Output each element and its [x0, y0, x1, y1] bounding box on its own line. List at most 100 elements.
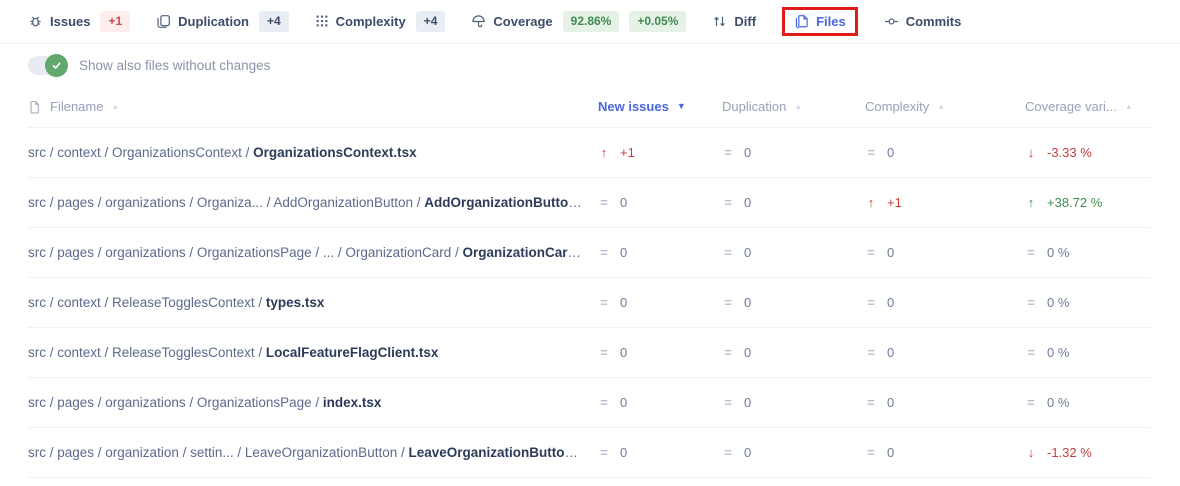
tab-coverage[interactable]: Coverage 92.86% +0.05%: [471, 11, 686, 31]
metric-value: 0: [887, 245, 894, 260]
coverage-cell: ↓ -3.33 %: [1025, 145, 1150, 160]
duplication-header-label: Duplication: [722, 99, 786, 114]
toggle-knob: [45, 54, 68, 77]
metric-value: -3.33 %: [1047, 145, 1092, 160]
metric-value: 0: [620, 295, 627, 310]
file-link[interactable]: src / context / ReleaseTogglesContext / …: [28, 295, 598, 310]
complexity-cell: =0: [865, 345, 1025, 360]
file-path-dir: src / pages / organizations / Organiza..…: [28, 195, 424, 210]
file-path-name: types.tsx: [266, 295, 325, 310]
new-issues-cell: =0: [598, 195, 722, 210]
tab-commits-label: Commits: [906, 14, 962, 29]
tab-files[interactable]: Files: [782, 7, 858, 36]
coverage-cell: =0 %: [1025, 295, 1150, 310]
filename-header-label: Filename: [50, 99, 103, 114]
column-header-complexity[interactable]: Complexity ▲: [865, 99, 1025, 114]
copy-icon: [156, 14, 171, 29]
tab-commits[interactable]: Commits: [884, 14, 962, 29]
tab-duplication[interactable]: Duplication +4: [156, 11, 288, 31]
complexity-cell: =0: [865, 445, 1025, 460]
file-link[interactable]: src / pages / organizations / Organiza..…: [28, 195, 598, 210]
metric-value: 0: [887, 145, 894, 160]
new-issues-cell: =0: [598, 395, 722, 410]
tab-diff[interactable]: Diff: [712, 14, 756, 29]
tab-diff-label: Diff: [734, 14, 756, 29]
trend-icon: ↑: [598, 145, 610, 160]
duplication-cell: =0: [722, 145, 865, 160]
metric-value: 0: [620, 395, 627, 410]
file-link[interactable]: src / context / ReleaseTogglesContext / …: [28, 345, 598, 360]
complexity-cell: ↑ +1: [865, 195, 1025, 210]
metric-value: 0: [744, 195, 751, 210]
issues-delta-badge: +1: [100, 11, 130, 31]
toggle-label: Show also files without changes: [79, 58, 270, 73]
file-path-name: LocalFeatureFlagClient.tsx: [266, 345, 439, 360]
tab-files-label: Files: [816, 14, 846, 29]
file-path-dir: src / context / OrganizationsContext /: [28, 145, 253, 160]
trend-icon: =: [722, 295, 734, 310]
metric-value: 0: [620, 445, 627, 460]
table-row: src / pages / organizations / Organiza..…: [28, 178, 1150, 228]
metric-value: 0: [744, 445, 751, 460]
table-header-row: Filename ▲ New issues ▼ Duplication ▲ Co…: [28, 86, 1150, 128]
file-link[interactable]: src / context / OrganizationsContext / O…: [28, 145, 598, 160]
coverage-cell: ↑+38.72 %: [1025, 195, 1150, 210]
trend-icon: =: [865, 245, 877, 260]
trend-icon: ↑: [865, 195, 877, 210]
file-path-name: index.tsx: [323, 395, 382, 410]
column-header-duplication[interactable]: Duplication ▲: [722, 99, 865, 114]
file-path-dir: src / context / ReleaseTogglesContext /: [28, 295, 266, 310]
files-table: Filename ▲ New issues ▼ Duplication ▲ Co…: [0, 86, 1180, 478]
sort-caret-new-issues: ▼: [677, 102, 686, 111]
complexity-delta-badge: +4: [416, 11, 446, 31]
sort-caret-coverage: ▲: [1125, 103, 1133, 111]
coverage-total-badge: 92.86%: [563, 11, 620, 31]
complexity-cell: =0: [865, 145, 1025, 160]
trend-icon: =: [598, 195, 610, 210]
duplication-cell: =0: [722, 195, 865, 210]
trend-icon: =: [1025, 245, 1037, 260]
duplication-delta-badge: +4: [259, 11, 289, 31]
metric-value: +1: [887, 195, 902, 210]
metric-value: +38.72 %: [1047, 195, 1102, 210]
tab-complexity-label: Complexity: [336, 14, 406, 29]
file-link[interactable]: src / pages / organization / settin... /…: [28, 445, 598, 460]
complexity-cell: =0: [865, 295, 1025, 310]
coverage-cell: =0 %: [1025, 345, 1150, 360]
column-header-new-issues[interactable]: New issues ▼: [598, 99, 722, 114]
new-issues-cell: =0: [598, 295, 722, 310]
trend-icon: =: [598, 245, 610, 260]
trend-icon: ↓: [1025, 145, 1037, 160]
file-icon: [28, 100, 42, 114]
table-row: src / context / ReleaseTogglesContext / …: [28, 328, 1150, 378]
trend-icon: =: [722, 145, 734, 160]
column-header-coverage-variation[interactable]: Coverage vari... ▲: [1025, 99, 1150, 114]
tab-duplication-label: Duplication: [178, 14, 249, 29]
trend-icon: =: [865, 295, 877, 310]
file-link[interactable]: src / pages / organizations / Organizati…: [28, 245, 598, 260]
table-row: src / context / ReleaseTogglesContext / …: [28, 278, 1150, 328]
duplication-cell: =0: [722, 345, 865, 360]
tab-issues[interactable]: Issues +1: [28, 11, 130, 31]
metric-value: 0 %: [1047, 395, 1069, 410]
trend-icon: =: [598, 445, 610, 460]
metric-value: 0: [744, 145, 751, 160]
complexity-cell: =0: [865, 395, 1025, 410]
metric-value: +1: [620, 145, 635, 160]
column-header-filename[interactable]: Filename ▲: [28, 99, 598, 114]
duplication-cell: =0: [722, 445, 865, 460]
trend-icon: ↓: [1025, 445, 1037, 460]
trend-icon: =: [598, 295, 610, 310]
files-icon: [794, 14, 809, 29]
grid-icon: [315, 14, 329, 28]
file-path-dir: src / context / ReleaseTogglesContext /: [28, 345, 266, 360]
filter-row: Show also files without changes: [0, 44, 1180, 86]
tab-complexity[interactable]: Complexity +4: [315, 11, 446, 31]
complexity-header-label: Complexity: [865, 99, 929, 114]
file-link[interactable]: src / pages / organizations / Organizati…: [28, 395, 598, 410]
metric-value: 0 %: [1047, 345, 1069, 360]
show-unchanged-files-toggle[interactable]: [28, 56, 66, 75]
metric-value: -1.32 %: [1047, 445, 1092, 460]
trend-icon: =: [598, 395, 610, 410]
file-path-name: OrganizationCard.tsx: [462, 245, 598, 260]
